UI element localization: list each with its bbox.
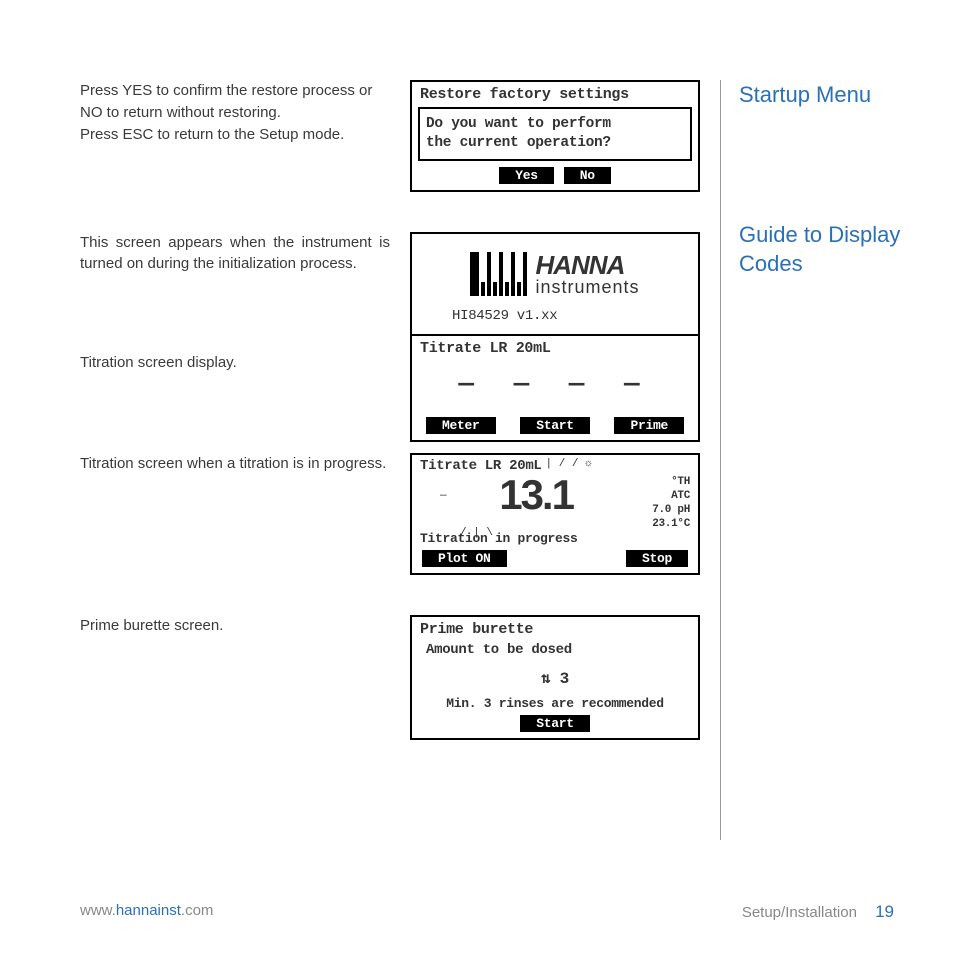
lcd-prime-rec: Min. 3 rinses are recommended — [420, 696, 690, 711]
lcd-restore-prompt: Do you want to perform the current opera… — [418, 107, 692, 161]
lcd-restore: Restore factory settings Do you want to … — [410, 80, 700, 192]
startup-text: This screen appears when the instrument … — [80, 232, 390, 276]
lcd-prime-amount-label: Amount to be dosed — [420, 642, 690, 658]
progress-text: Titration screen when a titration is in … — [80, 453, 390, 475]
lcd-prime-start-button: Start — [520, 715, 590, 732]
lcd-progress: Titrate LR 20mL | / / ☼ — 13.1 / | \ °TH… — [410, 453, 700, 575]
right-sidebar: Startup Menu Guide to Display Codes — [720, 80, 954, 840]
lcd-titrate-reading: — — — — — [412, 359, 698, 417]
lcd-progress-sideinfo: °TH ATC 7.0 pH 23.1°C — [652, 474, 690, 531]
footer-section: Setup/Installation 19 — [742, 902, 894, 922]
model-version: HI84529 v1.xx — [412, 304, 698, 334]
lcd-titrate: Titrate LR 20mL — — — — Meter Start Prim… — [410, 336, 700, 442]
lcd-stop-button: Stop — [626, 550, 688, 567]
lcd-prime: Prime burette Amount to be dosed ⇅ 3 Min… — [410, 615, 700, 740]
updown-icon: ⇅ — [541, 670, 550, 688]
sidebar-heading-guide: Guide to Display Codes — [739, 220, 954, 279]
sidebar-heading-startup: Startup Menu — [739, 80, 954, 110]
stir-icon: | / / ☼ — [546, 458, 592, 470]
lcd-startup: HANNA instruments HI84529 v1.xx — [410, 232, 700, 336]
page-number: 19 — [875, 902, 894, 921]
lcd-progress-status: Titration in progress — [420, 531, 578, 546]
lcd-no-button: No — [564, 167, 611, 184]
restore-text-2: Press ESC to return to the Setup mode. — [80, 124, 390, 146]
restore-text-1: Press YES to confirm the restore process… — [80, 80, 390, 124]
burst-bottom-icon: / | \ — [460, 527, 493, 539]
burst-left-icon: — — [440, 490, 447, 502]
lcd-titrate-title: Titrate LR 20mL — [412, 336, 698, 359]
lcd-prime-button: Prime — [614, 417, 684, 434]
footer-url: www.hannainst.com — [80, 902, 213, 922]
page-footer: www.hannainst.com Setup/Installation 19 — [80, 902, 894, 922]
lcd-start-button: Start — [520, 417, 590, 434]
lcd-meter-button: Meter — [426, 417, 496, 434]
lcd-yes-button: Yes — [499, 167, 554, 184]
lcd-prime-value: 3 — [560, 670, 569, 688]
lcd-ploton-button: Plot ON — [422, 550, 507, 567]
lcd-prime-title: Prime burette — [412, 617, 698, 640]
titrate-text: Titration screen display. — [80, 352, 390, 374]
lcd-restore-title: Restore factory settings — [412, 82, 698, 105]
lcd-progress-reading: 13.1 — [499, 471, 573, 518]
prime-text: Prime burette screen. — [80, 615, 390, 637]
hanna-logo-text: HANNA instruments — [535, 250, 639, 298]
hanna-barcode-icon — [470, 252, 527, 296]
